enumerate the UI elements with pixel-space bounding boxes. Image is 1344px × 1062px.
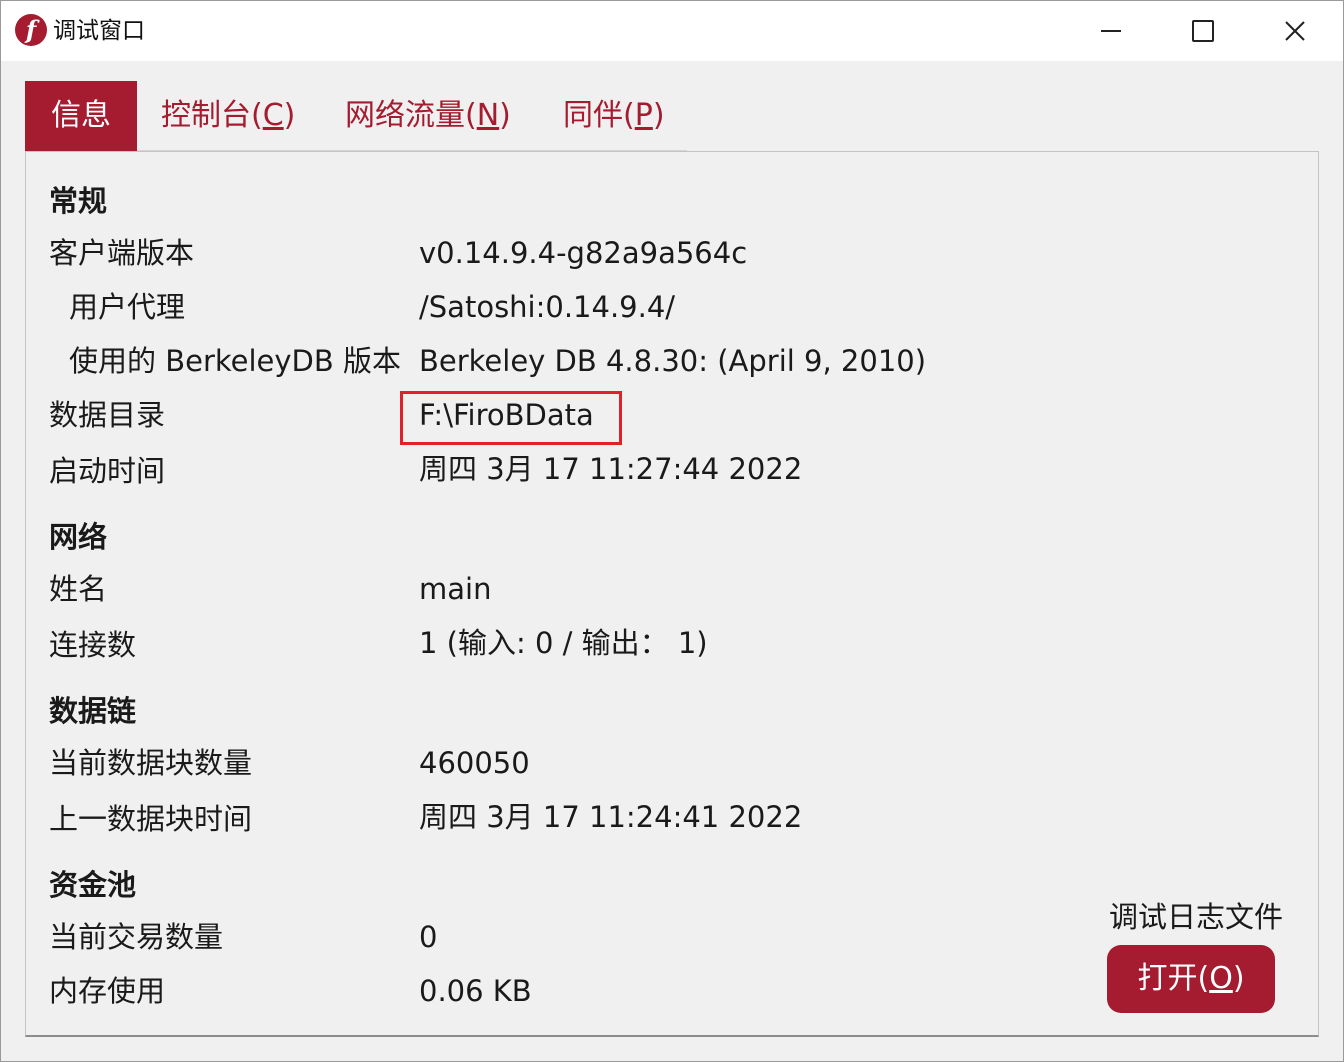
last-block-time-label: 上一数据块时间 xyxy=(49,802,253,836)
network-name-label: 姓名 xyxy=(49,572,108,606)
tab-peers[interactable]: 同伴(P) xyxy=(563,81,665,151)
debug-window: f 调试窗口 信息 控制台(C) 网络流量(N) 同伴(P) 常规 客户端版本 … xyxy=(0,0,1344,1062)
startup-time-label: 启动时间 xyxy=(49,454,166,488)
highlight-box xyxy=(400,391,622,445)
open-debug-log-button[interactable]: 打开(O) xyxy=(1107,945,1275,1013)
last-block-time-value: 周四 3月 17 11:24:41 2022 xyxy=(419,800,803,834)
debug-log-label: 调试日志文件 xyxy=(1109,900,1284,934)
tab-network-traffic[interactable]: 网络流量(N) xyxy=(345,81,511,151)
berkeleydb-label: 使用的 BerkeleyDB 版本 xyxy=(69,344,401,378)
block-count-value: 460050 xyxy=(419,746,530,780)
tab-console[interactable]: 控制台(C) xyxy=(161,81,295,151)
maximize-icon xyxy=(1192,20,1214,42)
user-agent-label: 用户代理 xyxy=(69,290,186,324)
title-bar: f 调试窗口 xyxy=(1,1,1343,61)
memory-usage-label: 内存使用 xyxy=(49,974,166,1008)
memory-usage-value: 0.06 KB xyxy=(419,974,532,1008)
tx-count-value: 0 xyxy=(419,920,438,954)
connections-value: 1 (输入: 0 / 输出： 1) xyxy=(419,626,708,660)
client-version-label: 客户端版本 xyxy=(49,236,195,270)
close-button[interactable] xyxy=(1249,1,1341,61)
firo-logo-icon: f xyxy=(15,14,47,46)
client-version-value: v0.14.9.4-g82a9a564c xyxy=(419,236,748,270)
network-name-value: main xyxy=(419,572,492,606)
section-blockchain-heading: 数据链 xyxy=(49,694,137,728)
tx-count-label: 当前交易数量 xyxy=(49,920,224,954)
minimize-button[interactable] xyxy=(1065,1,1157,61)
window-title: 调试窗口 xyxy=(53,18,145,44)
block-count-label: 当前数据块数量 xyxy=(49,746,253,780)
berkeleydb-value: Berkeley DB 4.8.30: (April 9, 2010) xyxy=(419,344,927,378)
data-directory-label: 数据目录 xyxy=(49,398,166,432)
tab-info[interactable]: 信息 xyxy=(25,81,137,151)
startup-time-value: 周四 3月 17 11:27:44 2022 xyxy=(419,452,803,486)
section-network-heading: 网络 xyxy=(49,520,108,554)
section-general-heading: 常规 xyxy=(49,184,108,218)
connections-label: 连接数 xyxy=(49,628,137,662)
section-mempool-heading: 资金池 xyxy=(49,868,137,902)
maximize-button[interactable] xyxy=(1157,1,1249,61)
minimize-icon xyxy=(1101,30,1121,32)
close-icon xyxy=(1285,21,1305,41)
user-agent-value: /Satoshi:0.14.9.4/ xyxy=(419,290,676,324)
